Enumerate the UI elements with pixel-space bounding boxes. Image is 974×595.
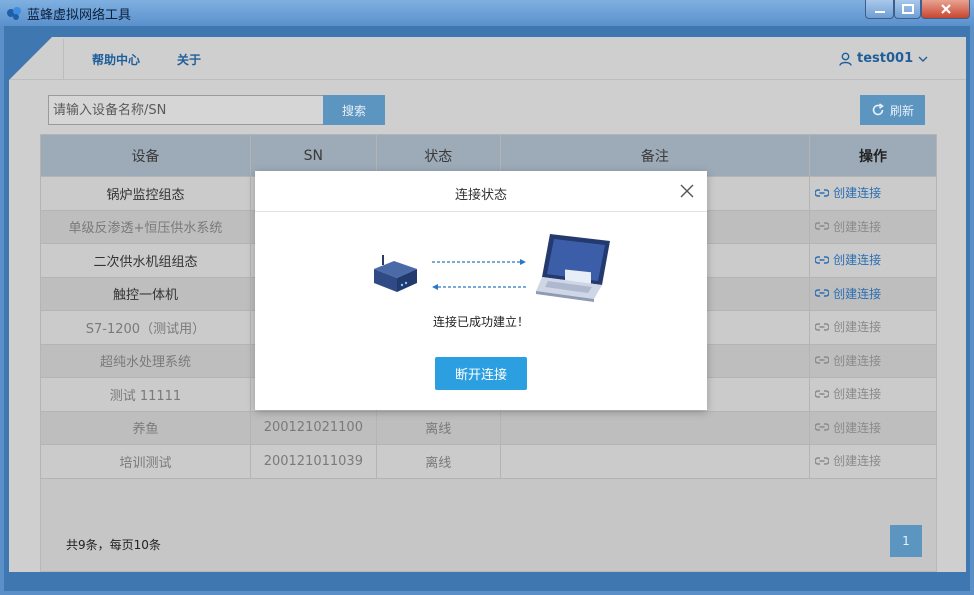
create-connection-link[interactable]: 创建连接 [815, 318, 881, 335]
username: test001 [857, 51, 914, 66]
refresh-label: 刷新 [889, 103, 914, 118]
chevron-down-icon [918, 56, 928, 62]
cell-sn: 200121011039 [249, 444, 377, 479]
cell-op: 创建连接 [809, 377, 937, 412]
table-row: 培训测试 200121011039 离线 创建连接 [40, 444, 937, 479]
connection-status-dialog: 连接状态 连接已成功建立！ 断开连接 [255, 171, 707, 410]
arrow-left-icon [432, 284, 526, 290]
search-button[interactable]: 搜索 [323, 95, 385, 125]
cell-op: 创建连接 [809, 243, 937, 278]
page-button-1[interactable]: 1 [890, 525, 922, 557]
minimize-icon [874, 11, 885, 13]
link-icon [815, 322, 830, 331]
window-title: 蓝蜂虚拟网络工具 [27, 8, 132, 23]
link-icon [815, 289, 830, 297]
search-input[interactable] [48, 95, 324, 125]
nav-divider [63, 39, 64, 79]
table-row: 养鱼 200121021100 离线 创建连接 [40, 410, 937, 445]
create-connection-link[interactable]: 创建连接 [815, 419, 881, 436]
cell-op: 创建连接 [809, 209, 937, 244]
minimize-button[interactable] [865, 0, 894, 19]
create-connection-link[interactable]: 创建连接 [815, 184, 881, 201]
create-connection-label: 创建连接 [833, 420, 882, 435]
create-connection-label: 创建连接 [833, 219, 882, 234]
cell-device: 二次供水机组组态 [40, 243, 251, 278]
cell-op: 创建连接 [809, 176, 937, 211]
cell-op: 创建连接 [809, 343, 937, 378]
top-nav: 帮助中心 关于 test001 [9, 37, 966, 80]
cell-status: 离线 [375, 444, 501, 479]
refresh-button[interactable]: 刷新 [860, 95, 925, 125]
window-close-button[interactable] [921, 0, 970, 19]
cell-device: 养鱼 [40, 410, 251, 445]
cell-op: 创建连接 [809, 310, 937, 345]
user-menu[interactable]: test001 [839, 51, 928, 66]
cell-sn: 200121021100 [249, 410, 377, 445]
create-connection-label: 创建连接 [833, 253, 882, 267]
create-connection-link[interactable]: 创建连接 [815, 218, 881, 235]
col-header-op: 操作 [809, 134, 937, 177]
arrow-right-icon [432, 259, 526, 265]
create-connection-label: 创建连接 [833, 454, 882, 468]
cell-op: 创建连接 [809, 276, 937, 311]
user-icon [839, 52, 852, 66]
create-connection-link[interactable]: 创建连接 [815, 385, 881, 402]
dialog-header: 连接状态 [255, 171, 707, 212]
cell-device: 超纯水处理系统 [40, 343, 251, 378]
disconnect-button[interactable]: 断开连接 [435, 357, 527, 390]
link-icon [815, 255, 830, 264]
create-connection-label: 创建连接 [833, 353, 882, 368]
cell-device: 锅炉监控组态 [40, 176, 251, 211]
maximize-icon [901, 4, 914, 14]
cell-device: 测试 11111 [40, 377, 251, 412]
router-icon [374, 255, 417, 292]
refresh-icon [872, 103, 884, 116]
pagination-summary: 共9条，每页10条 [66, 538, 161, 552]
nav-help-link[interactable]: 帮助中心 [92, 51, 140, 68]
window-titlebar: 蓝蜂虚拟网络工具 [0, 0, 974, 26]
dialog-title: 连接状态 [454, 188, 507, 203]
laptop-icon [536, 234, 610, 302]
cell-device: 触控一体机 [40, 276, 251, 311]
cell-op: 创建连接 [809, 410, 937, 445]
cell-op: 创建连接 [809, 444, 937, 479]
connection-illustration [374, 234, 610, 302]
create-connection-link[interactable]: 创建连接 [815, 352, 881, 369]
link-icon [815, 222, 830, 230]
cell-device: 培训测试 [40, 444, 251, 479]
connection-message: 连接已成功建立！ [432, 315, 529, 329]
link-icon [815, 188, 830, 197]
create-connection-link[interactable]: 创建连接 [815, 251, 881, 268]
link-icon [815, 456, 830, 465]
cell-note [499, 410, 811, 445]
create-connection-label: 创建连接 [833, 387, 882, 401]
link-icon [815, 389, 830, 398]
create-connection-link[interactable]: 创建连接 [815, 285, 881, 302]
link-icon [815, 356, 830, 364]
create-connection-label: 创建连接 [833, 286, 882, 301]
close-icon [940, 4, 951, 14]
create-connection-link[interactable]: 创建连接 [815, 452, 881, 469]
create-connection-label: 创建连接 [833, 186, 882, 200]
close-icon[interactable] [679, 183, 695, 199]
cell-device: 单级反渗透+恒压供水系统 [40, 209, 251, 244]
bee-logo-icon [7, 7, 21, 20]
cell-device: S7-1200（测试用） [40, 310, 251, 345]
col-header-device: 设备 [40, 134, 251, 177]
create-connection-label: 创建连接 [833, 320, 882, 334]
cell-note [499, 444, 811, 479]
link-icon [815, 423, 830, 431]
maximize-button[interactable] [894, 0, 921, 19]
corner-decoration [9, 37, 52, 80]
cell-status: 离线 [375, 410, 501, 445]
nav-about-link[interactable]: 关于 [177, 51, 201, 68]
